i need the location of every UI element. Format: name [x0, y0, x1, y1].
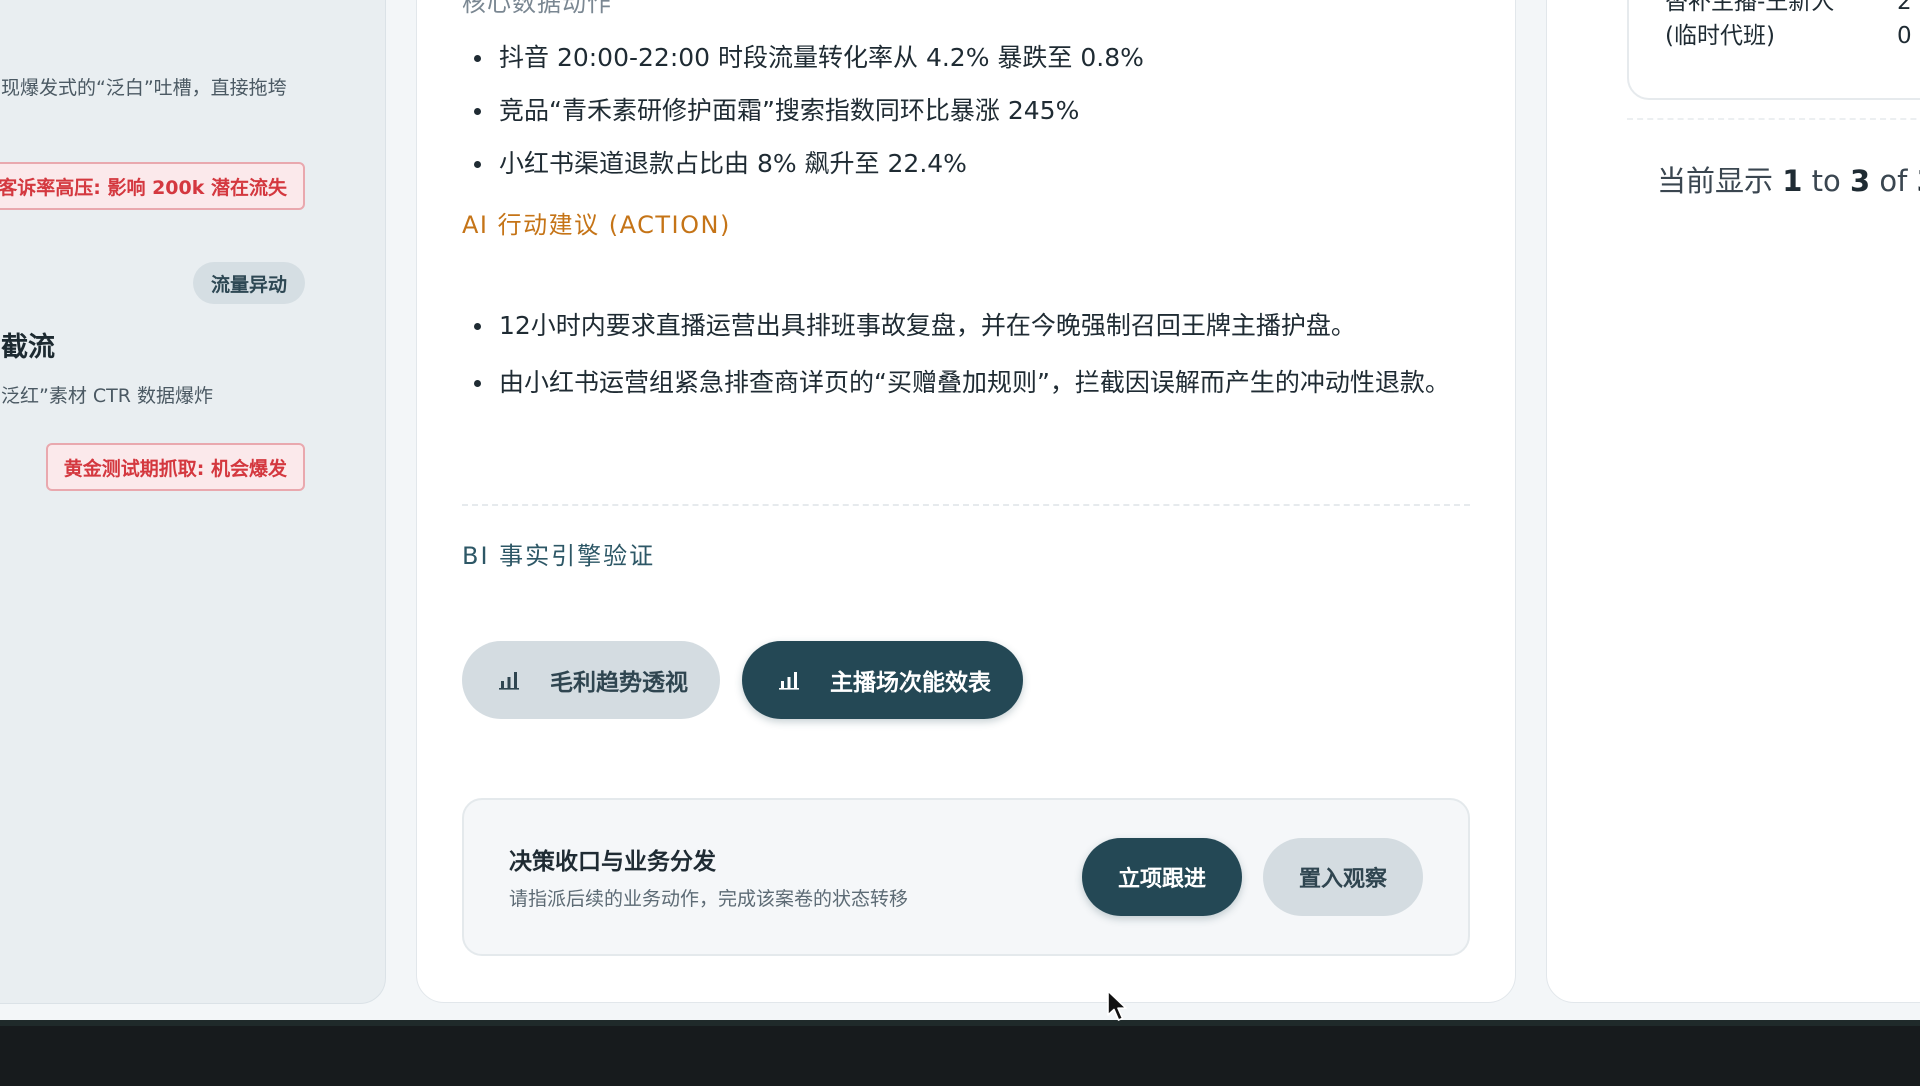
ai-action-list: 12小时内要求直播运营出具排班事故复盘，并在今晚强制召回王牌主播护盘。 由小红书… — [462, 306, 1470, 420]
pager-of-word: of — [1879, 164, 1908, 198]
follow-up-button[interactable]: 立项跟进 — [1082, 838, 1242, 916]
pagination-info: 当前显示 1 to 3 of 3 — [1657, 158, 1920, 200]
category-tag[interactable]: 流量异动 — [192, 262, 305, 304]
section-title-data: 核心数据动作 — [462, 0, 612, 17]
decision-panel: 决策收口与业务分发 请指派后续的业务动作，完成该案卷的状态转移 立项跟进 置入观… — [462, 798, 1470, 956]
issue-card-description: 现爆发式的“泛白”吐槽，直接拖垮 — [1, 77, 287, 99]
button-label: 主播场次能效表 — [830, 670, 991, 696]
issue-card-title[interactable]: 截流 — [1, 325, 55, 364]
anchor-session-efficiency-button[interactable]: 主播场次能效表 — [742, 641, 1023, 719]
bi-engine-title: BI 事实引擎验证 — [462, 542, 656, 570]
list-item: 12小时内要求直播运营出具排班事故复盘，并在今晚强制召回王牌主播护盘。 — [462, 306, 1470, 346]
pager-from: 1 — [1782, 164, 1803, 198]
pager-to: 3 — [1849, 164, 1871, 198]
pager-to-word: to — [1811, 164, 1841, 198]
bar-chart-icon — [779, 672, 799, 690]
button-label: 毛利趋势透视 — [550, 670, 688, 696]
table-row[interactable]: 替补主播-王新人 (临时代班) 20 — [1627, 0, 1920, 100]
pager-total: 3 — [1917, 164, 1920, 198]
mouse-cursor-icon — [1107, 990, 1127, 1021]
list-item: 竞品“青禾素研修护面霜”搜索指数同环比暴涨 245% — [462, 91, 1470, 131]
observe-button[interactable]: 置入观察 — [1263, 838, 1423, 916]
pager-prefix: 当前显示 — [1657, 164, 1774, 198]
decision-title: 决策收口与业务分发 — [509, 849, 716, 875]
gross-margin-trend-button[interactable]: 毛利趋势透视 — [462, 641, 720, 719]
list-item: 由小红书运营组紧急排查商详页的“买赠叠加规则”，拦截因误解而产生的冲动性退款。 — [462, 363, 1470, 403]
section-divider — [462, 504, 1470, 506]
decision-subtitle: 请指派后续的业务动作，完成该案卷的状态转移 — [509, 888, 909, 910]
list-item: 小红书渠道退款占比由 8% 飙升至 22.4% — [462, 144, 1470, 184]
case-detail-card: 核心数据动作 抖音 20:00-22:00 时段流量转化率从 4.2% 暴跌至 … — [416, 0, 1516, 1003]
table-divider — [1627, 118, 1920, 120]
anchor-table-panel: 替补主播-王新人 (临时代班) 20 当前显示 1 to 3 of 3 — [1546, 0, 1920, 1003]
opportunity-badge: 黄金测试期抓取: 机会爆发 — [45, 443, 305, 491]
bar-chart-icon — [499, 672, 519, 690]
issue-card-description-2: 泛红”素材 CTR 数据爆炸 — [1, 385, 213, 407]
bottom-taskbar — [0, 1020, 1920, 1086]
list-item: 抖音 20:00-22:00 时段流量转化率从 4.2% 暴跌至 0.8% — [462, 38, 1470, 78]
ai-action-title: AI 行动建议 (ACTION) — [462, 211, 731, 239]
data-points-list: 抖音 20:00-22:00 时段流量转化率从 4.2% 暴跌至 0.8% 竞品… — [462, 38, 1470, 197]
impact-badge: 客诉率高压: 影响 200k 潜在流失 — [0, 162, 305, 210]
left-issue-panel: 现爆发式的“泛白”吐槽，直接拖垮 客诉率高压: 影响 200k 潜在流失 流量异… — [0, 0, 386, 1004]
row-value: 20 — [1897, 0, 1912, 49]
row-anchor-name: 替补主播-王新人 (临时代班) — [1665, 0, 1835, 49]
